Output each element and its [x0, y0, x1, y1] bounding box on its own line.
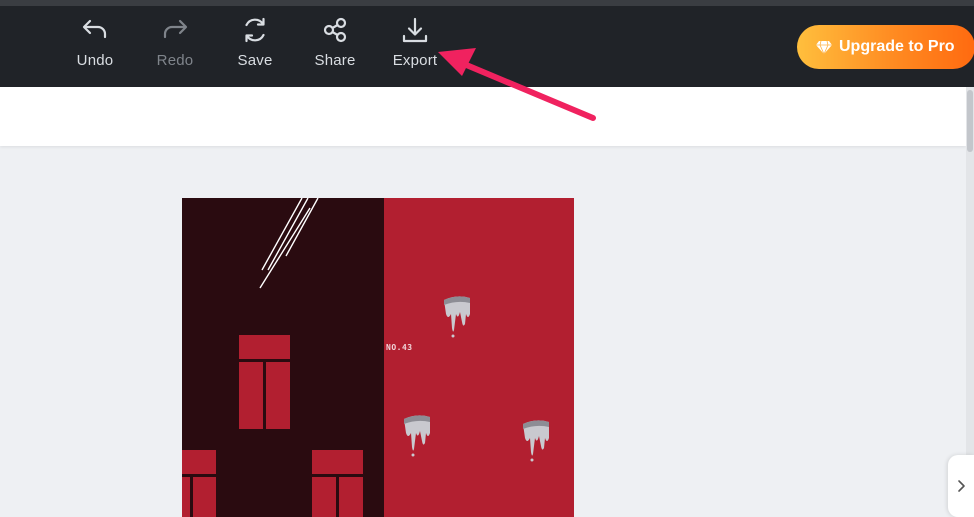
window-frame: [263, 362, 266, 429]
paint-drip-icon: [523, 420, 549, 462]
side-panel-toggle[interactable]: [948, 455, 974, 517]
diamond-icon: [816, 40, 832, 55]
light-streak-lines: [259, 198, 319, 289]
paint-drip-icon: [404, 415, 430, 457]
save-label: Save: [237, 52, 273, 69]
top-toolbar: Undo Redo Save Share Export Upgrade to P…: [0, 6, 974, 87]
upgrade-to-pro-button[interactable]: Upgrade to Pro: [797, 25, 974, 69]
canvas-text: NO.43: [386, 343, 413, 352]
redo-icon: [163, 19, 188, 39]
share-button[interactable]: Share: [305, 14, 365, 74]
redo-label: Redo: [156, 52, 194, 69]
window-frame: [182, 474, 216, 477]
save-button[interactable]: Save: [225, 14, 285, 74]
window-lower-left: [182, 450, 216, 517]
redo-button[interactable]: Redo: [145, 14, 205, 74]
window-frame: [190, 477, 193, 517]
export-button[interactable]: Export: [385, 14, 445, 74]
undo-button[interactable]: Undo: [65, 14, 125, 74]
export-icon: [402, 17, 428, 43]
chevron-right-icon: [958, 480, 965, 492]
scrollbar-thumb[interactable]: [967, 90, 973, 152]
upgrade-label: Upgrade to Pro: [839, 38, 955, 55]
undo-icon: [82, 19, 107, 39]
design-canvas[interactable]: NO.43: [182, 198, 574, 517]
share-label: Share: [314, 52, 356, 69]
window-frame: [336, 477, 339, 517]
save-icon: [245, 17, 265, 43]
share-icon: [323, 17, 347, 43]
paint-drip-icon: [444, 296, 470, 338]
options-bar: [0, 87, 966, 146]
undo-label: Undo: [76, 52, 114, 69]
export-label: Export: [392, 52, 438, 69]
